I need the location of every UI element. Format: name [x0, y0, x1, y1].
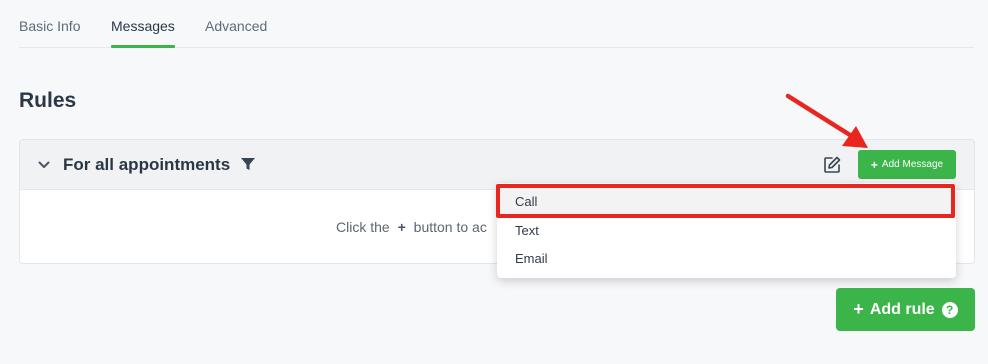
highlight-box	[496, 184, 955, 218]
plus-icon: +	[853, 299, 864, 319]
plus-icon: +	[397, 219, 406, 235]
add-rule-label: Add rule	[869, 300, 935, 318]
add-rule-button[interactable]: + Add rule ?	[836, 288, 975, 331]
empty-hint: Click the + button to ac	[336, 219, 487, 235]
add-message-button[interactable]: + Add Message	[858, 150, 956, 179]
rule-title: For all appointments	[63, 155, 231, 174]
plus-icon: +	[870, 157, 878, 172]
empty-hint-after: button to ac	[413, 219, 487, 235]
filter-icon[interactable]	[240, 156, 256, 172]
chevron-down-icon[interactable]	[38, 159, 50, 171]
annotation-arrow-icon	[785, 93, 868, 148]
empty-hint-before: Click the	[336, 219, 390, 235]
tab-bar: Basic Info Messages Advanced	[19, 0, 974, 48]
tab-messages[interactable]: Messages	[111, 18, 175, 48]
tab-advanced[interactable]: Advanced	[205, 18, 267, 48]
add-message-label: Add Message	[881, 159, 944, 170]
rules-heading: Rules	[19, 89, 77, 112]
dropdown-item-text[interactable]: Text	[497, 216, 956, 244]
help-icon[interactable]: ?	[941, 301, 958, 318]
edit-icon[interactable]	[822, 155, 842, 175]
tab-basic-info[interactable]: Basic Info	[19, 18, 80, 48]
dropdown-item-email[interactable]: Email	[497, 244, 956, 272]
